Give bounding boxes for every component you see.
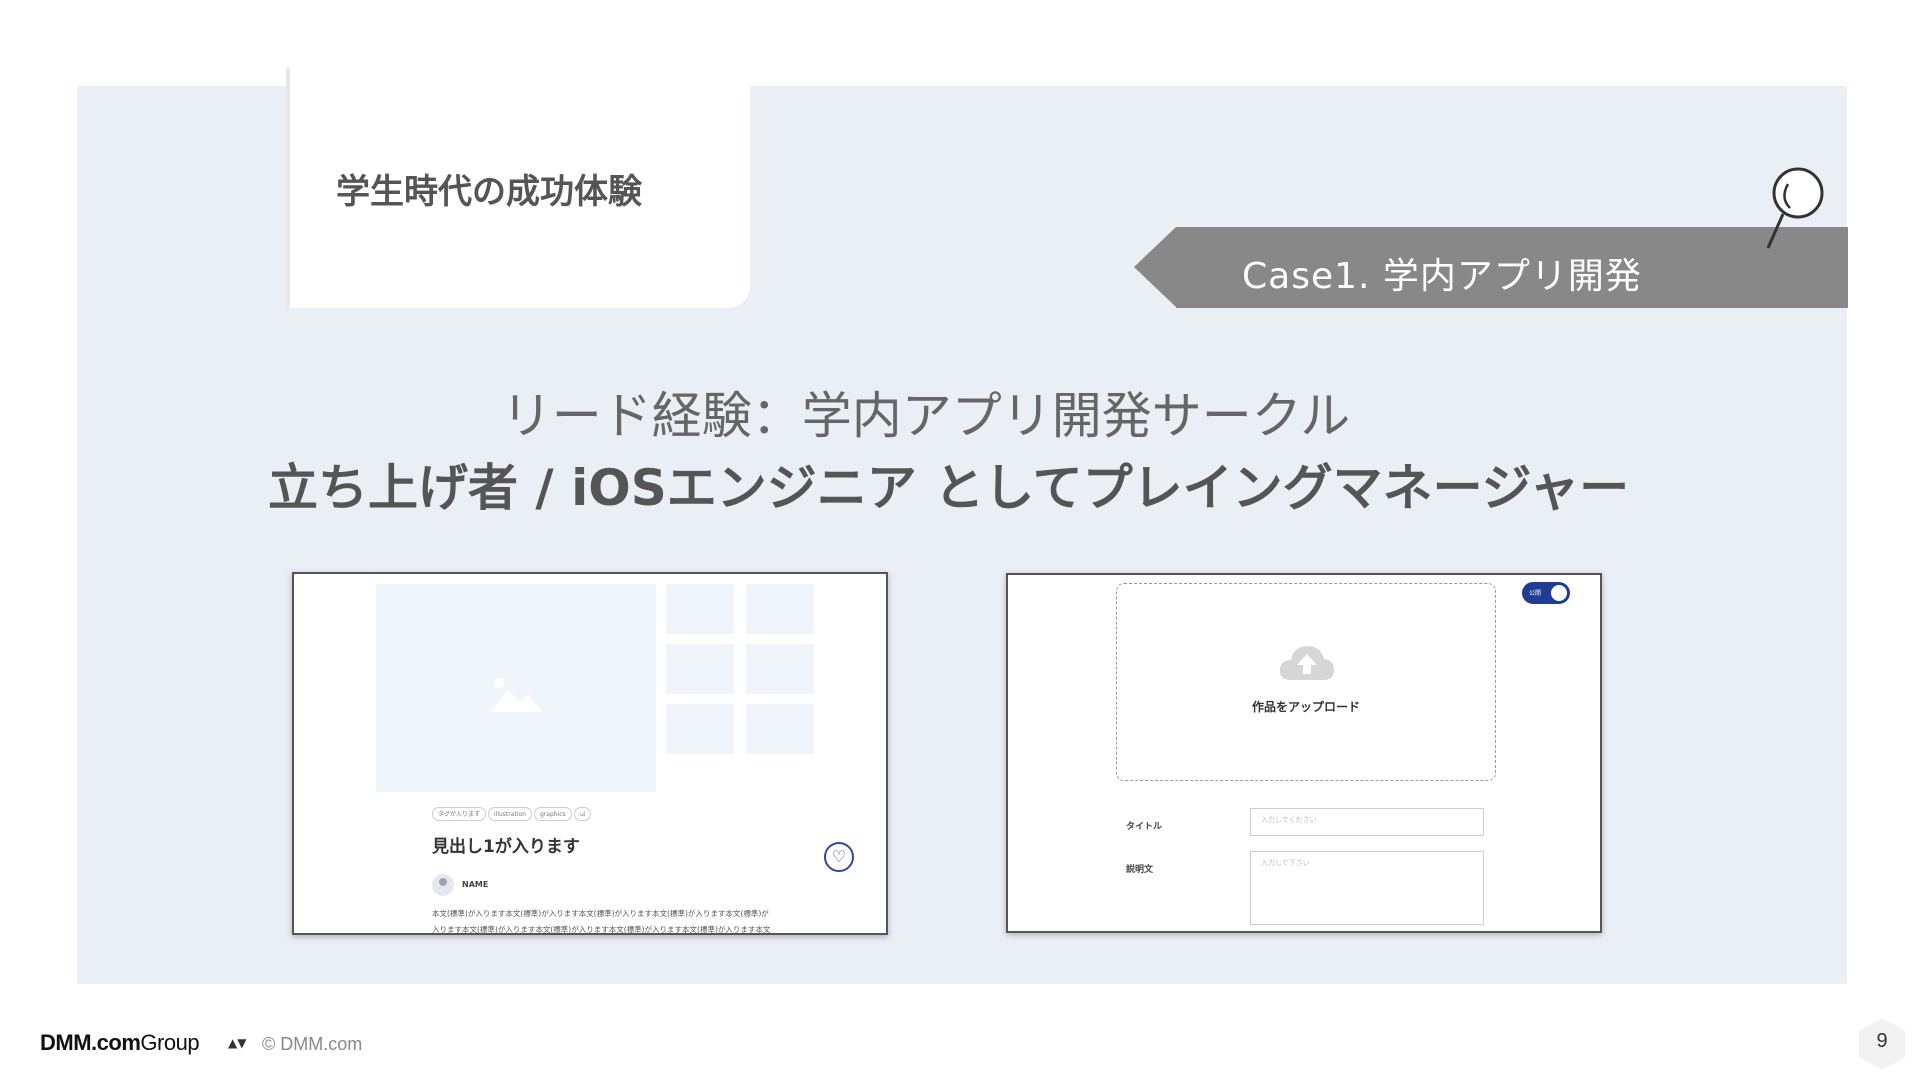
app-screenshot-detail: タグが入ります illustration graphics ui 見出し1が入り… [292, 572, 888, 935]
body-text-line: 本文(標準)が入ります本文(標準)が入ります本文(標準)が入ります本文(標準)が… [432, 909, 769, 918]
description-placeholder: 入力して下さい [1261, 859, 1310, 867]
thumbnail [666, 584, 734, 634]
case-label: Case1. 学内アプリ開発 [1242, 256, 1642, 297]
title-placeholder: 入力してください [1261, 816, 1317, 824]
description-textarea[interactable]: 入力して下さい [1250, 851, 1484, 925]
magnifier-icon [1766, 167, 1824, 249]
avatar [432, 874, 454, 896]
dmm-group-logo: DMM.comGroup [40, 1030, 200, 1056]
thumbnail [746, 704, 814, 754]
lead-heading-text: リード経験：学内アプリ開発サークル [501, 387, 1351, 445]
section-tab-divider [286, 68, 290, 308]
logo-light: Group [140, 1030, 200, 1055]
author-name: NAME [462, 880, 489, 889]
upload-dropzone[interactable]: 作品をアップロード [1116, 583, 1496, 781]
publish-toggle[interactable]: 公開 [1522, 582, 1570, 604]
triangle-mark-icon: ▲▼ [228, 1036, 247, 1050]
image-placeholder-icon [490, 678, 542, 712]
tag-chip: タグが入ります [432, 807, 487, 821]
toggle-label: 公開 [1529, 590, 1542, 597]
tag-chip: ui [574, 807, 592, 821]
logo-bold: DMM [40, 1030, 92, 1055]
thumbnail [666, 704, 734, 754]
lead-heading: リード経験：学内アプリ開発サークル [0, 376, 1920, 448]
tag-chip: graphics [534, 807, 572, 821]
heart-icon[interactable]: ♡ [824, 842, 854, 872]
post-heading: 見出し1が入ります [432, 837, 580, 857]
upload-label: 作品をアップロード [1251, 700, 1360, 714]
cloud-upload-icon [1279, 646, 1334, 680]
logo-mid: .com [91, 1030, 141, 1055]
description-label: 説明文 [1126, 865, 1154, 875]
thumbnail [666, 644, 734, 694]
toggle-knob [1551, 585, 1567, 601]
app-screenshot-upload: 作品をアップロード 公開 タイトル 入力してください 説明文 入力して下さい [1006, 573, 1602, 933]
section-title: 学生時代の成功体験 [336, 172, 642, 212]
tag-chip: illustration [488, 807, 532, 821]
main-image-placeholder [376, 584, 656, 792]
thumbnail [746, 584, 814, 634]
copyright: © DMM.com [262, 1034, 363, 1054]
page-number: 9 [1876, 1030, 1888, 1052]
title-label: タイトル [1126, 822, 1163, 832]
case-ribbon-tip [1134, 227, 1176, 307]
thumbnail [746, 644, 814, 694]
role-heading: 立ち上げ者 / iOSエンジニア としてプレイングマネージャー [268, 459, 1630, 517]
body-text-line: 入ります本文(標準)が入ります本文(標準)が入ります本文(標準)が入ります本文(… [432, 925, 771, 934]
title-input[interactable]: 入力してください [1250, 808, 1484, 836]
